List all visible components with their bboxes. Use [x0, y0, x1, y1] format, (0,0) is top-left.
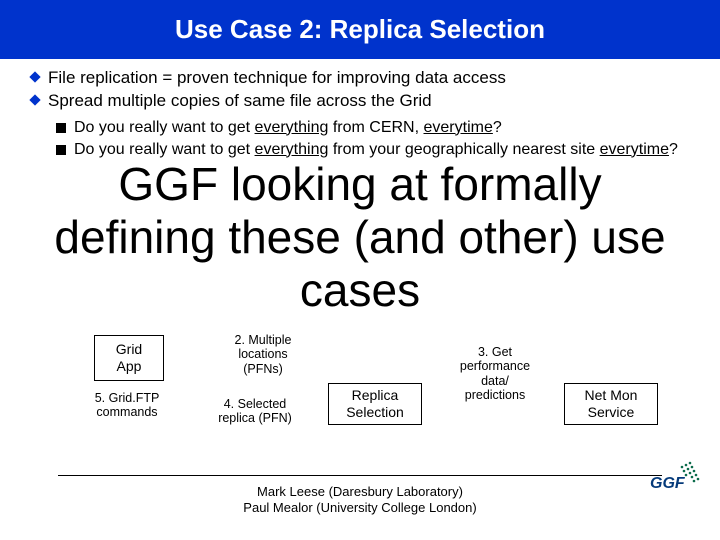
box-line: App: [116, 358, 142, 375]
overlay-line-2: defining these (and other) use: [0, 211, 720, 264]
text-fragment: ?: [669, 141, 678, 158]
separator-line: [58, 475, 662, 476]
square-bullet-icon: [56, 123, 66, 133]
text-fragment: from your geographically nearest site: [328, 141, 599, 158]
footer-line-2: Paul Mealor (University College London): [0, 500, 720, 516]
box-line: Service: [585, 404, 638, 421]
text-fragment: from CERN,: [328, 119, 423, 136]
sub-bullet-2-text: Do you really want to get everything fro…: [74, 140, 678, 160]
label-step-2: 2. Multiple locations (PFNs): [218, 333, 308, 376]
label-line: 5. Grid.FTP: [72, 391, 182, 405]
label-step-3: 3. Get performance data/ predictions: [440, 345, 550, 403]
diamond-bullet-icon: [28, 70, 42, 84]
label-line: predictions: [440, 388, 550, 402]
label-line: (PFNs): [218, 362, 308, 376]
ggf-logo-icon: GGF: [648, 453, 702, 498]
label-line: performance: [440, 359, 550, 373]
label-line: replica (PFN): [200, 411, 310, 425]
bullet-1-text: File replication = proven technique for …: [48, 67, 506, 88]
text-fragment: Do you really want to get: [74, 119, 255, 136]
box-line: Replica: [346, 387, 404, 404]
text-fragment: ?: [493, 119, 502, 136]
bullet-2: Spread multiple copies of same file acro…: [28, 90, 692, 111]
sub-bullet-2: Do you really want to get everything fro…: [56, 140, 692, 160]
underlined-text: everything: [255, 119, 329, 136]
bullet-2-text: Spread multiple copies of same file acro…: [48, 90, 432, 111]
box-net-mon-service: Net Mon Service: [564, 383, 658, 425]
sub-bullet-1: Do you really want to get everything fro…: [56, 118, 692, 138]
slide-footer: Mark Leese (Daresbury Laboratory) Paul M…: [0, 484, 720, 517]
text-fragment: Do you really want to get: [74, 141, 255, 158]
diamond-bullet-icon: [28, 93, 42, 107]
box-grid-app: Grid App: [94, 335, 164, 381]
underlined-text: everything: [255, 141, 329, 158]
slide-body: File replication = proven technique for …: [0, 59, 720, 160]
label-line: 4. Selected: [200, 397, 310, 411]
label-line: data/: [440, 374, 550, 388]
label-step-5: 5. Grid.FTP commands: [72, 391, 182, 420]
underlined-text: everytime: [600, 141, 669, 158]
footer-line-1: Mark Leese (Daresbury Laboratory): [0, 484, 720, 500]
overlay-line-1: GGF looking at formally: [0, 158, 720, 211]
bullet-1: File replication = proven technique for …: [28, 67, 692, 88]
diagram-area: Grid App 5. Grid.FTP commands 2. Multipl…: [0, 335, 720, 495]
sub-bullet-list: Do you really want to get everything fro…: [56, 118, 692, 160]
box-line: Net Mon: [585, 387, 638, 404]
label-step-4: 4. Selected replica (PFN): [200, 397, 310, 426]
box-line: Grid: [116, 341, 142, 358]
underlined-text: everytime: [424, 119, 493, 136]
box-line: Selection: [346, 404, 404, 421]
label-line: 2. Multiple: [218, 333, 308, 347]
label-line: commands: [72, 405, 182, 419]
slide-title: Use Case 2: Replica Selection: [0, 0, 720, 59]
overlay-line-3: cases: [0, 264, 720, 317]
sub-bullet-1-text: Do you really want to get everything fro…: [74, 118, 502, 138]
overlay-headline: GGF looking at formally defining these (…: [0, 158, 720, 317]
square-bullet-icon: [56, 145, 66, 155]
box-replica-selection: Replica Selection: [328, 383, 422, 425]
svg-text:GGF: GGF: [650, 475, 686, 492]
label-line: 3. Get: [440, 345, 550, 359]
label-line: locations: [218, 347, 308, 361]
